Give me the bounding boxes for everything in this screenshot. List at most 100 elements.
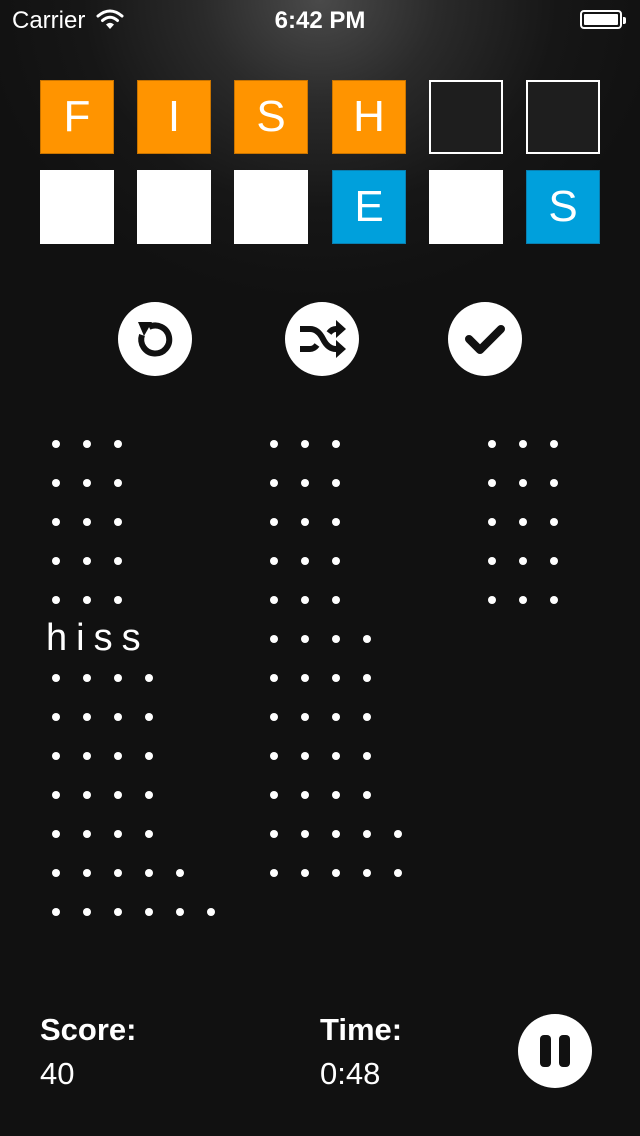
letter-dot	[83, 751, 91, 760]
letter-dot	[301, 634, 309, 643]
letter-dot	[332, 751, 340, 760]
answer-tile[interactable]: H	[332, 80, 406, 154]
letter-dot	[519, 439, 527, 448]
letter-dot	[114, 751, 122, 760]
letter-dot	[52, 868, 60, 877]
letter-dot	[519, 556, 527, 565]
letter-dot	[332, 634, 340, 643]
letter-dot	[114, 556, 122, 565]
letter-dot	[301, 517, 309, 526]
hidden-word	[52, 814, 238, 853]
letter-dot	[363, 673, 371, 682]
answer-tile[interactable]: S	[234, 80, 308, 154]
clock: 6:42 PM	[274, 7, 366, 34]
letter-dot	[332, 790, 340, 799]
letter-dot	[301, 868, 309, 877]
letter-dot	[52, 712, 60, 721]
hidden-word	[270, 736, 425, 775]
letter-dot	[301, 478, 309, 487]
hidden-word	[270, 775, 425, 814]
pool-slot-used[interactable]	[429, 170, 503, 244]
pause-icon	[540, 1035, 570, 1067]
letter-dot	[270, 595, 278, 604]
shuffle-button[interactable]	[285, 302, 359, 376]
answer-slot-empty[interactable]	[429, 80, 503, 154]
tile-letter: I	[167, 92, 181, 141]
pool-slot-used[interactable]	[40, 170, 114, 244]
letter-dot	[270, 556, 278, 565]
found-word: hiss	[46, 617, 238, 659]
hidden-word	[270, 853, 425, 892]
hidden-word	[52, 697, 238, 736]
hidden-word	[488, 541, 581, 580]
letter-dot	[83, 868, 91, 877]
pool-slot-used[interactable]	[234, 170, 308, 244]
letter-dot	[83, 439, 91, 448]
battery-icon	[580, 10, 626, 29]
letter-dot	[301, 712, 309, 721]
status-bar: Carrier 6:42 PM	[0, 0, 640, 40]
letter-dot	[270, 673, 278, 682]
tile-letter: S	[548, 182, 578, 231]
letter-dot	[52, 790, 60, 799]
letter-dot	[332, 517, 340, 526]
submit-button[interactable]	[448, 302, 522, 376]
letter-dot	[52, 439, 60, 448]
letter-dot	[550, 478, 558, 487]
hidden-word	[270, 541, 425, 580]
answer-tile[interactable]: F	[40, 80, 114, 154]
hidden-word	[270, 658, 425, 697]
letter-dot	[114, 478, 122, 487]
answer-tile[interactable]: I	[137, 80, 211, 154]
letter-dot	[332, 829, 340, 838]
letter-dot	[52, 907, 60, 916]
hidden-word	[52, 658, 238, 697]
letter-dot	[270, 634, 278, 643]
letter-dot	[83, 595, 91, 604]
score-label: Score:	[40, 1012, 137, 1047]
letter-dot	[52, 478, 60, 487]
answer-slot-empty[interactable]	[526, 80, 600, 154]
pool-tile[interactable]: E	[332, 170, 406, 244]
hidden-word	[270, 580, 425, 619]
letter-dot	[145, 829, 153, 838]
undo-icon	[138, 322, 173, 357]
letter-dot	[52, 517, 60, 526]
letter-dot	[550, 517, 558, 526]
hidden-word	[52, 502, 238, 541]
letter-dot	[83, 712, 91, 721]
word-list-short: hiss	[46, 424, 238, 931]
letter-dot	[114, 907, 122, 916]
letter-dot	[52, 829, 60, 838]
undo-button[interactable]	[118, 302, 192, 376]
letter-dot	[332, 556, 340, 565]
hidden-word	[488, 580, 581, 619]
hidden-word	[270, 424, 425, 463]
pause-button[interactable]	[518, 1014, 592, 1088]
letter-dot	[52, 556, 60, 565]
pool-tile[interactable]: S	[526, 170, 600, 244]
letter-dot	[52, 595, 60, 604]
letter-dot	[332, 478, 340, 487]
letter-dot	[83, 829, 91, 838]
letter-dot	[519, 478, 527, 487]
letter-dot	[488, 478, 496, 487]
letter-dot	[363, 634, 371, 643]
letter-dot	[332, 868, 340, 877]
letter-dot	[270, 712, 278, 721]
letter-dot	[488, 439, 496, 448]
time-label: Time:	[320, 1012, 403, 1047]
letter-dot	[363, 868, 371, 877]
hidden-word	[52, 775, 238, 814]
letter-dot	[301, 673, 309, 682]
hidden-word	[270, 502, 425, 541]
hidden-word	[270, 697, 425, 736]
tile-letter: F	[63, 92, 91, 141]
tile-letter: E	[354, 182, 384, 231]
pool-slot-used[interactable]	[137, 170, 211, 244]
hidden-word	[270, 814, 425, 853]
hidden-word	[52, 541, 238, 580]
letter-dot	[270, 478, 278, 487]
word-list-medium	[270, 424, 425, 892]
tile-letter: H	[353, 92, 385, 141]
